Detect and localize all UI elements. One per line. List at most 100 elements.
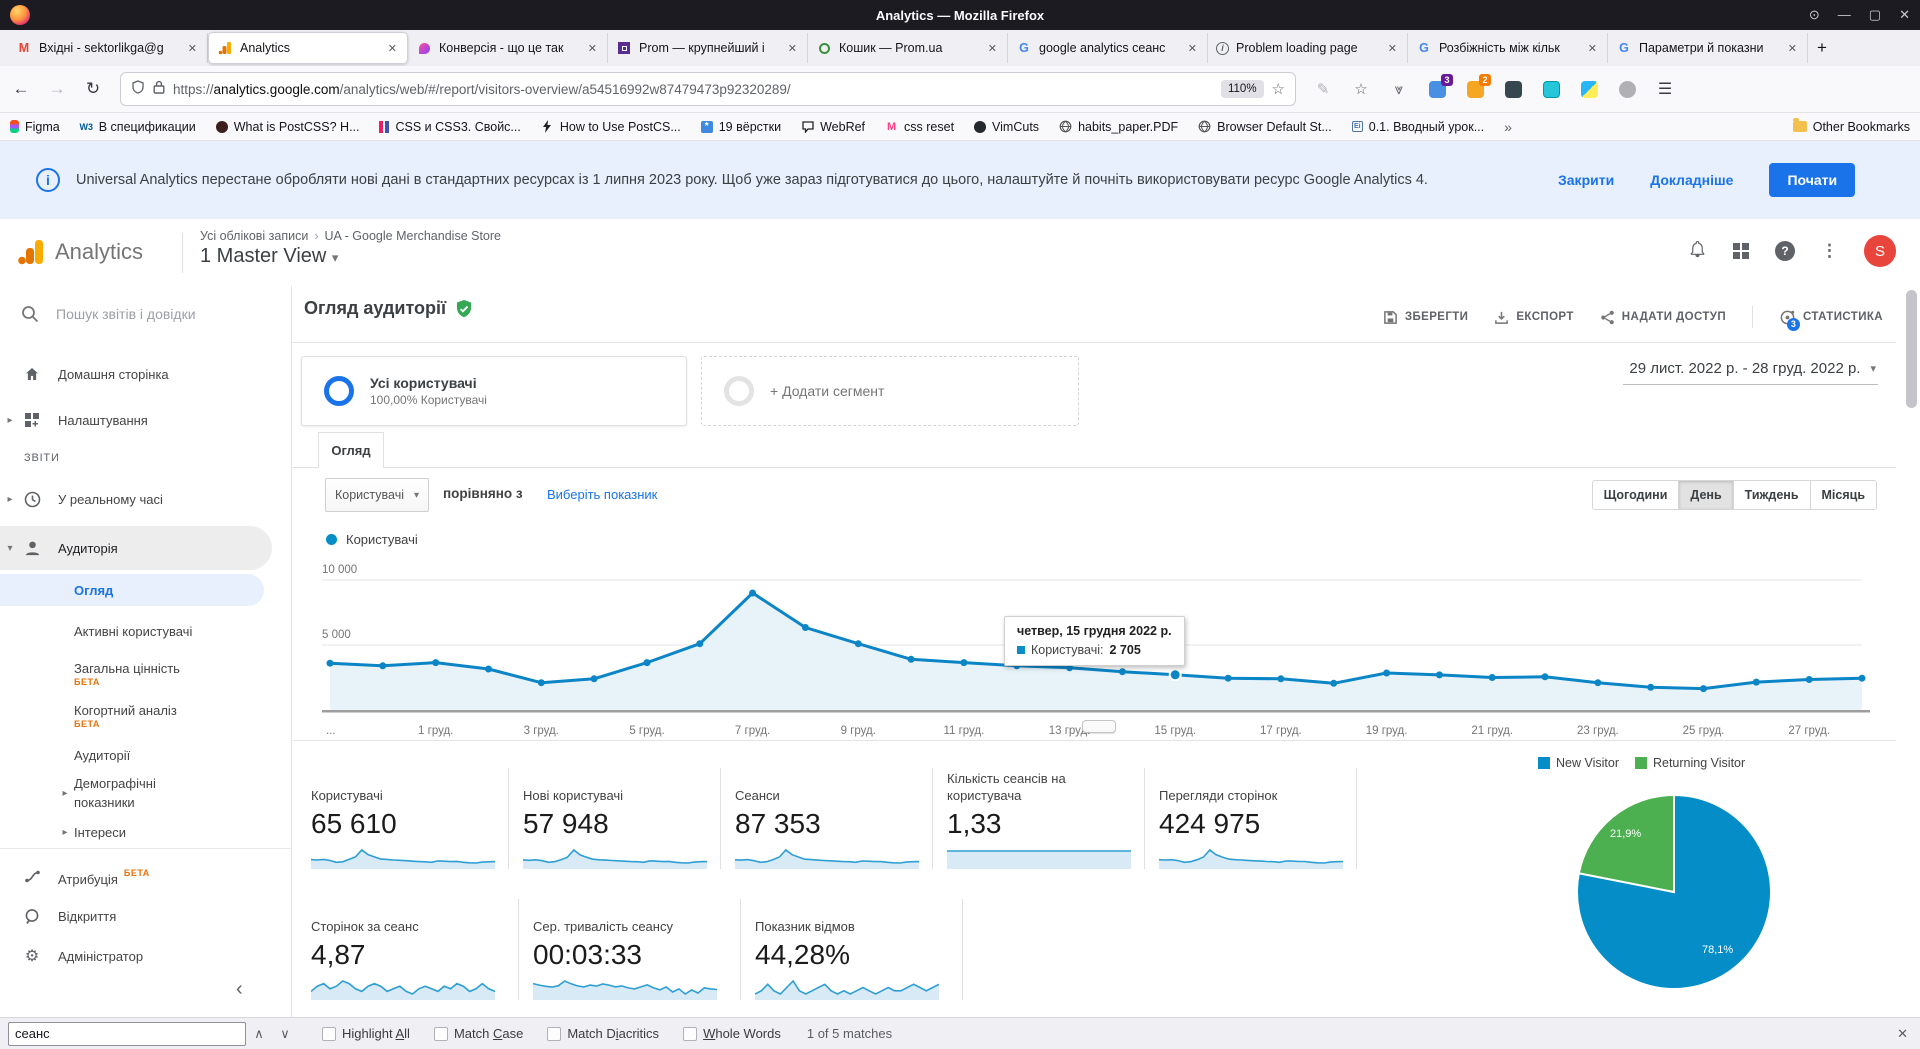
search-input[interactable]: [56, 306, 246, 322]
maximize-icon[interactable]: ▢: [1869, 7, 1881, 23]
tab-google-search-2[interactable]: G Розбіжність між кільк: [1408, 33, 1608, 63]
zoom-level-badge[interactable]: 110%: [1220, 80, 1264, 98]
bookmark-star-icon[interactable]: ☆: [1272, 80, 1285, 98]
find-previous-icon[interactable]: ∧: [246, 1026, 272, 1042]
window-close-icon[interactable]: ✕: [1899, 7, 1910, 23]
sidebar-item-lifetime-value[interactable]: Загальна цінність БЕТА: [0, 654, 180, 694]
granularity-month[interactable]: Місяць: [1810, 481, 1876, 509]
extension-orange-icon[interactable]: 2: [1466, 74, 1491, 98]
other-bookmarks[interactable]: Other Bookmarks: [1792, 118, 1910, 134]
metric-card-pageviews[interactable]: Перегляди сторінок 424 975: [1159, 768, 1357, 869]
user-avatar[interactable]: S: [1864, 235, 1896, 267]
banner-start-button[interactable]: Почати: [1769, 163, 1856, 197]
breadcrumb[interactable]: Усі облікові записиUA - Google Merchandi…: [200, 229, 501, 243]
match-case-checkbox[interactable]: Match Case: [433, 1026, 523, 1041]
tab-close-icon[interactable]: [1786, 40, 1799, 57]
extension-dark-icon[interactable]: [1504, 80, 1522, 98]
save-button[interactable]: ЗБЕРЕГТИ: [1383, 310, 1469, 325]
sidebar-search[interactable]: [0, 286, 292, 342]
metric-card-sessions-per-user[interactable]: Кількість сеансів на користувача 1,33: [947, 768, 1145, 869]
metric-card-users[interactable]: Користувачі 65 610: [311, 768, 509, 869]
bookmark-css-reset[interactable]: Mcss reset: [885, 120, 954, 134]
bookmark-figma[interactable]: Figma: [10, 120, 60, 134]
find-close-icon[interactable]: [1897, 1026, 1908, 1042]
metric-card-pages-per-session[interactable]: Сторінок за сеанс 4,87: [311, 899, 519, 1000]
tab-prom[interactable]: Prom — крупнейший і: [608, 33, 808, 63]
tab-google-search-1[interactable]: G google analytics сеанс: [1008, 33, 1208, 63]
tab-close-icon[interactable]: [186, 40, 199, 57]
bookmark-postc-what[interactable]: What is PostCSS? H...: [215, 120, 359, 134]
banner-learn-more-button[interactable]: Докладніше: [1650, 172, 1733, 188]
sidebar-item-attribution[interactable]: Атрибуція БЕТА: [0, 858, 150, 894]
tab-close-icon[interactable]: [1186, 40, 1199, 57]
bookmark-habits-pdf[interactable]: habits_paper.PDF: [1059, 120, 1178, 134]
tab-conversion[interactable]: Конверсія - що це так: [408, 33, 608, 63]
bookmark-vimcuts[interactable]: VimCuts: [974, 120, 1039, 134]
highlight-all-checkbox[interactable]: Highlight All: [322, 1026, 410, 1041]
bookmark-browser-defaults[interactable]: Browser Default St...: [1198, 120, 1332, 134]
bookmarks-overflow-chevron[interactable]: »: [1504, 119, 1512, 135]
menu-hamburger-icon[interactable]: ☰: [1656, 80, 1674, 98]
sidebar-item-audience[interactable]: ▾ Аудиторія: [0, 526, 272, 570]
sidebar-item-cohort-analysis[interactable]: Когортний аналіз БЕТА: [0, 696, 177, 736]
new-tab-button[interactable]: +: [1808, 34, 1836, 62]
export-button[interactable]: ЕКСПОРТ: [1494, 310, 1573, 325]
match-diacritics-checkbox[interactable]: Match Diacritics: [547, 1026, 659, 1041]
bookmark-css-css3[interactable]: CSS и CSS3. Свойс...: [379, 120, 521, 134]
sidebar-item-customization[interactable]: ▸ Налаштування: [0, 404, 147, 436]
find-input[interactable]: [8, 1021, 246, 1046]
more-options-icon[interactable]: [1821, 241, 1838, 261]
url-bar[interactable]: https://analytics.google.com/analytics/w…: [120, 72, 1296, 106]
bookmark-w3-spec[interactable]: W3 В спецификации: [79, 120, 195, 134]
granularity-hourly[interactable]: Щогодини: [1592, 481, 1680, 509]
tab-cart-prom[interactable]: Кошик — Prom.ua: [808, 33, 1008, 63]
back-button[interactable]: ←: [6, 74, 36, 104]
notifications-bell-icon[interactable]: [1688, 239, 1707, 264]
sidebar-item-discover[interactable]: Відкриття: [0, 898, 116, 934]
apps-grid-icon[interactable]: [1733, 243, 1749, 259]
tab-close-icon[interactable]: [786, 40, 799, 57]
whole-words-checkbox[interactable]: Whole Words: [683, 1026, 781, 1041]
minimize-icon[interactable]: —: [1838, 7, 1851, 23]
bookmark-webref[interactable]: WebRef: [801, 120, 865, 134]
account-icon[interactable]: [1618, 80, 1636, 98]
page-scrollbar[interactable]: [1906, 290, 1917, 408]
lock-icon[interactable]: [153, 80, 165, 99]
tracking-shield-icon[interactable]: [131, 79, 145, 99]
forward-button[interactable]: →: [42, 74, 72, 104]
tab-problem-loading[interactable]: i Problem loading page: [1208, 33, 1408, 63]
metric-card-avg-session-duration[interactable]: Сер. тривалість сеансу 00:03:33: [533, 899, 741, 1000]
sidebar-item-demographics[interactable]: ▸ Демографічні показники: [0, 772, 204, 814]
timeline-slider-handle[interactable]: [1082, 720, 1116, 733]
tab-overview[interactable]: Огляд: [318, 432, 384, 468]
tab-analytics-active[interactable]: Analytics: [208, 32, 408, 64]
granularity-week[interactable]: Тиждень: [1733, 481, 1811, 509]
metric-select-dropdown[interactable]: Користувачі ▾: [325, 478, 429, 512]
select-metric-link[interactable]: Виберіть показник: [547, 487, 657, 502]
tab-close-icon[interactable]: [986, 40, 999, 57]
insights-button[interactable]: 3 СТАТИСТИКА: [1779, 309, 1883, 331]
add-segment-button[interactable]: + Додати сегмент: [701, 356, 1079, 426]
tab-close-icon[interactable]: [586, 40, 599, 57]
sidebar-item-realtime[interactable]: ▸ У реальному часі: [0, 482, 163, 516]
save-page-icon[interactable]: ☆: [1352, 80, 1370, 98]
view-selector[interactable]: 1 Master View ▾: [200, 245, 501, 268]
tab-close-icon[interactable]: [1586, 40, 1599, 57]
sidebar-item-admin[interactable]: ⚙ Адміністратор: [0, 938, 143, 974]
tab-gmail[interactable]: M Вхідні - sektorlikga@g: [8, 33, 208, 63]
edit-pencil-icon[interactable]: ✎: [1314, 80, 1332, 98]
sidebar-item-overview[interactable]: Огляд: [0, 574, 264, 606]
visitor-type-pie-chart[interactable]: 21,9% 78,1%: [1574, 792, 1774, 992]
help-icon[interactable]: [1775, 241, 1795, 261]
extension-blue-icon[interactable]: 3: [1428, 74, 1453, 98]
bookmark-19-verstki[interactable]: * 19 вёрстки: [700, 120, 781, 134]
extension-teal-icon[interactable]: [1542, 80, 1560, 98]
ga-logo[interactable]: Analytics: [16, 237, 143, 267]
update-icon[interactable]: ⊙: [1809, 7, 1820, 23]
date-range-selector[interactable]: 29 лист. 2022 р. - 28 груд. 2022 р. ▾: [1623, 360, 1878, 385]
pocket-icon[interactable]: ⩔: [1390, 80, 1408, 98]
bookmark-postcss-howto[interactable]: How to Use PostCS...: [541, 120, 681, 134]
sidebar-item-audiences[interactable]: Аудиторії: [0, 740, 130, 770]
tab-close-icon[interactable]: [386, 40, 399, 57]
tab-close-icon[interactable]: [1386, 40, 1399, 57]
